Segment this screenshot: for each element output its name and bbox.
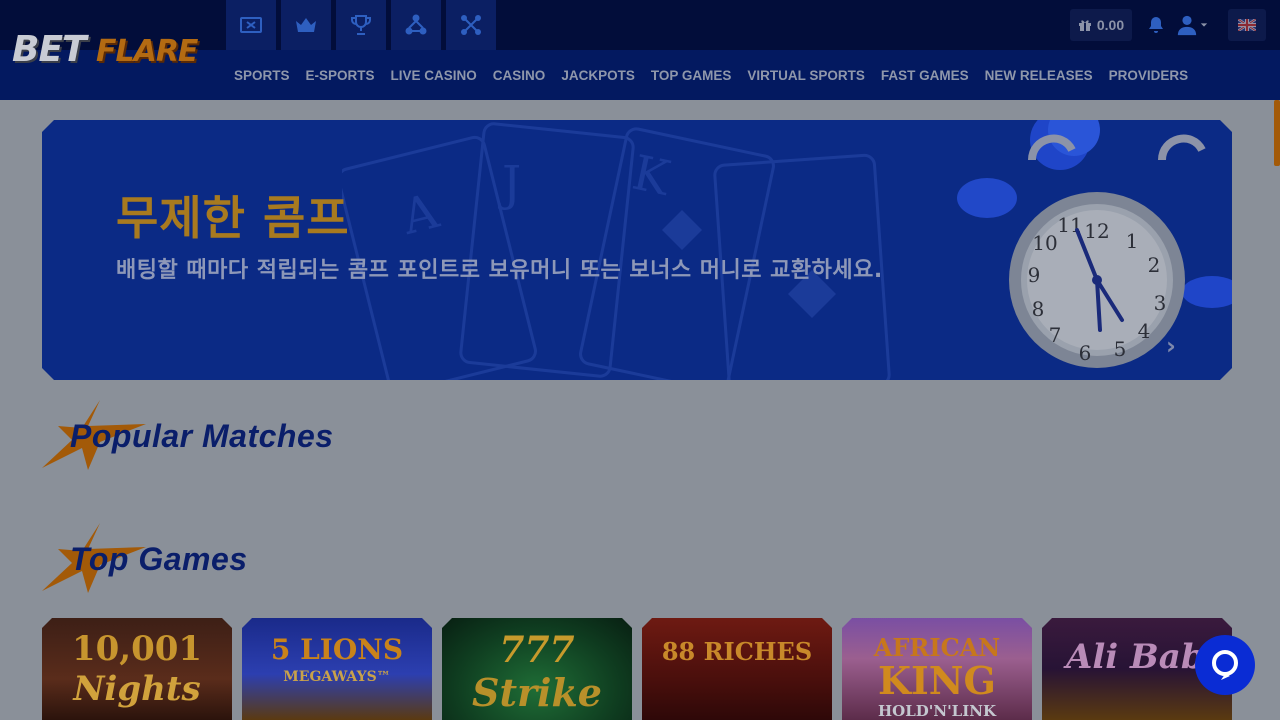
chat-button[interactable]	[1195, 635, 1255, 695]
svg-text:10: 10	[1032, 231, 1057, 255]
popular-matches-title: Popular Matches	[70, 418, 334, 454]
chevron-down-icon	[1200, 23, 1208, 27]
nav-top-games[interactable]: TOP GAMES	[643, 68, 740, 83]
game-title-line1: 5 LIONS	[270, 633, 404, 666]
top-games-list: 10,001 Nights 5 LIONS MEGAWAYS™ 777 Stri…	[42, 618, 1232, 720]
molecule-icon[interactable]	[446, 0, 496, 50]
game-title-line2: MEGAWAYS™	[283, 669, 391, 685]
popular-matches-header: Popular Matches	[42, 400, 442, 470]
svg-text:K: K	[628, 145, 676, 207]
svg-text:8: 8	[1032, 297, 1045, 321]
svg-text:2: 2	[1148, 253, 1161, 277]
game-title-line1: AFRICAN	[873, 633, 1001, 662]
svg-text:4: 4	[1138, 319, 1151, 343]
gift-icon	[1078, 20, 1091, 31]
game-tile-african-king[interactable]: AFRICAN KING HOLD'N'LINK	[842, 618, 1032, 720]
nav-jackpots[interactable]: JACKPOTS	[553, 68, 643, 83]
nav-providers[interactable]: PROVIDERS	[1101, 68, 1197, 83]
game-title-line1: 10,001	[71, 629, 203, 669]
logo-flare-text: FLARE	[96, 34, 198, 69]
language-selector[interactable]	[1228, 9, 1266, 41]
nav-fast-games[interactable]: FAST GAMES	[873, 68, 977, 83]
main-navigation: SPORTS E-SPORTS LIVE CASINO CASINO JACKP…	[226, 50, 1196, 100]
game-title-line2: Strike	[472, 670, 602, 715]
game-title-line2: Nights	[73, 669, 201, 709]
balance-button[interactable]: 0.00	[1070, 9, 1132, 41]
bell-icon[interactable]	[1146, 15, 1166, 35]
banner-subtitle: 배팅할 때마다 적립되는 콤프 포인트로 보유머니 또는 보너스 머니로 교환하…	[116, 258, 883, 283]
banner-title: 무제한 콤프	[116, 191, 350, 245]
game-title-line1: 777	[499, 629, 575, 671]
playing-cards-background: A J K	[342, 120, 992, 380]
chevron-right-icon[interactable]: ›	[1166, 334, 1186, 358]
top-games-title: Top Games	[70, 541, 248, 577]
game-title-line1: 88 RICHES	[661, 637, 813, 666]
promo-banner[interactable]: A J K 무제한 콤프 배팅할 때마다 적립되는 콤프 포인트로 보유머니 또…	[42, 120, 1232, 380]
nav-esports[interactable]: E-SPORTS	[298, 68, 383, 83]
game-tile-5-lions-megaways[interactable]: 5 LIONS MEGAWAYS™	[242, 618, 432, 720]
game-tile-777-strike[interactable]: 777 Strike	[442, 618, 632, 720]
top-games-header: Top Games	[42, 523, 442, 593]
tickets-icon[interactable]	[226, 0, 276, 50]
game-tile-10001-nights[interactable]: 10,001 Nights	[42, 618, 232, 720]
chat-bubble-icon	[1212, 650, 1238, 680]
site-header: BET FLARE SPORTS E-SPORTS LIVE CASINO CA…	[0, 0, 1280, 100]
svg-text:6: 6	[1079, 341, 1092, 365]
nav-new-releases[interactable]: NEW RELEASES	[977, 68, 1101, 83]
svg-text:5: 5	[1114, 337, 1127, 361]
nav-virtual-sports[interactable]: VIRTUAL SPORTS	[739, 68, 873, 83]
uk-flag-icon	[1238, 19, 1256, 31]
side-scroll-indicator[interactable]	[1274, 100, 1280, 166]
svg-text:12: 12	[1084, 219, 1109, 243]
user-icon	[1177, 15, 1197, 36]
svg-text:3: 3	[1154, 291, 1167, 315]
game-tile-88-riches[interactable]: 88 RICHES	[642, 618, 832, 720]
top-category-icons	[226, 0, 496, 50]
nav-live-casino[interactable]: LIVE CASINO	[383, 68, 485, 83]
crown-icon[interactable]	[281, 0, 331, 50]
game-title-line2: KING	[878, 658, 996, 703]
logo-bet-text: BET	[12, 29, 87, 70]
svg-text:J: J	[497, 156, 521, 212]
network-icon[interactable]	[391, 0, 441, 50]
betflare-logo[interactable]: BET FLARE	[12, 30, 216, 70]
svg-text:7: 7	[1049, 323, 1062, 347]
svg-text:1: 1	[1126, 229, 1139, 253]
svg-text:9: 9	[1028, 263, 1041, 287]
svg-text:A: A	[396, 183, 445, 246]
nav-sports[interactable]: SPORTS	[226, 68, 298, 83]
user-menu[interactable]	[1176, 12, 1212, 38]
balance-amount: 0.00	[1096, 17, 1125, 33]
trophy-icon[interactable]	[336, 0, 386, 50]
nav-casino[interactable]: CASINO	[485, 68, 554, 83]
game-title-line3: HOLD'N'LINK	[877, 702, 996, 720]
